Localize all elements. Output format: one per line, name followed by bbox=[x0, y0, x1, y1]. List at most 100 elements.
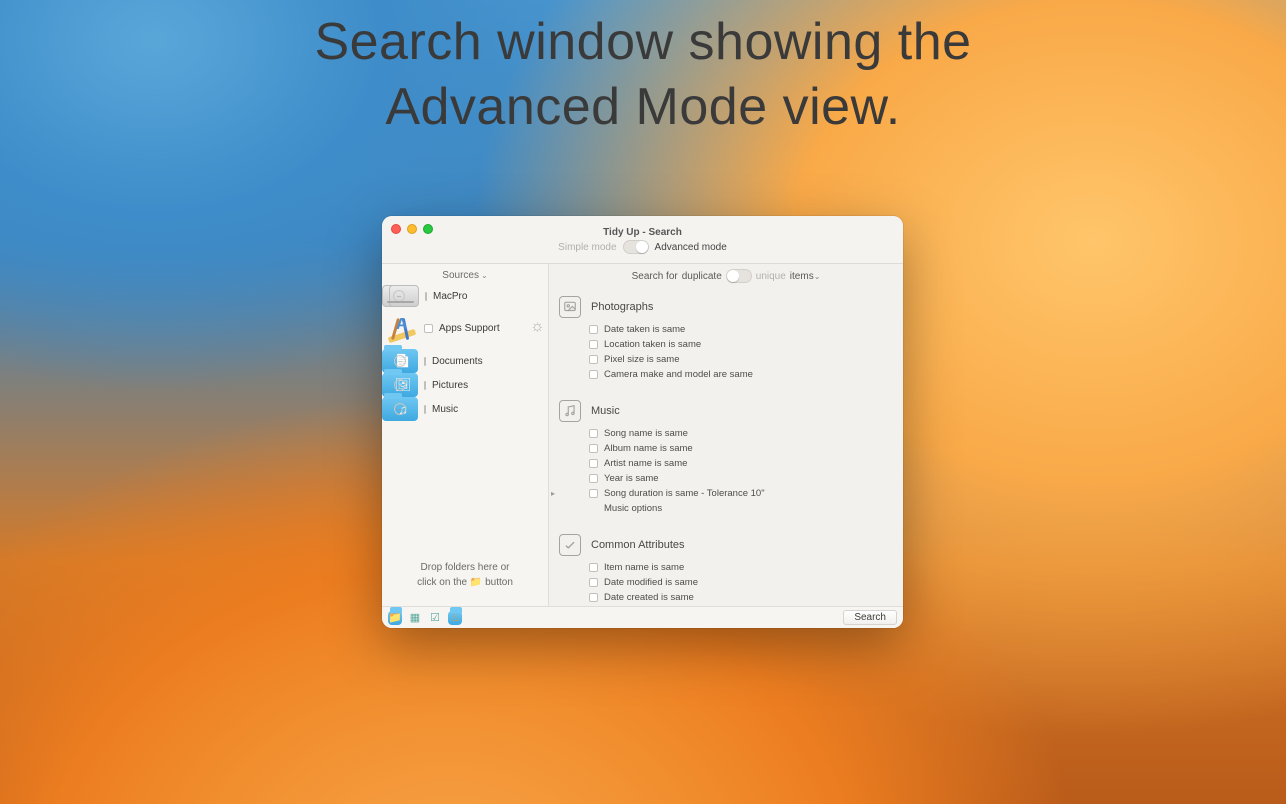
option-row[interactable]: Year is same bbox=[559, 471, 889, 486]
option-checkbox[interactable] bbox=[589, 355, 598, 364]
section-title: Common Attributes bbox=[591, 539, 685, 551]
source-checkbox[interactable] bbox=[424, 381, 426, 390]
option-checkbox[interactable] bbox=[589, 563, 598, 572]
footer: 📁 ▦ ☑ ♨ Search bbox=[382, 606, 903, 628]
option-label: Song name is same bbox=[604, 428, 688, 439]
option-label: Song duration is same - Tolerance 10" bbox=[604, 488, 765, 499]
music-icon bbox=[559, 400, 581, 422]
section-photographs: Photographs Date taken is same Location ta… bbox=[549, 286, 899, 390]
dup-prefix: Search for bbox=[632, 271, 678, 282]
option-checkbox[interactable] bbox=[589, 593, 598, 602]
option-row[interactable]: Music options bbox=[559, 501, 889, 516]
option-label: Album name is same bbox=[604, 443, 693, 454]
unique-label[interactable]: unique bbox=[756, 271, 786, 282]
footer-icons: 📁 ▦ ☑ ♨ bbox=[388, 611, 462, 625]
gear-icon[interactable]: ☼ bbox=[530, 318, 542, 330]
option-checkbox[interactable] bbox=[589, 474, 598, 483]
add-folder-icon[interactable]: 📁 bbox=[388, 611, 402, 625]
source-label: Pictures bbox=[432, 380, 468, 391]
option-label: Date created is same bbox=[604, 592, 694, 603]
dropzone-line1: Drop folders here or bbox=[396, 560, 534, 575]
option-checkbox[interactable] bbox=[589, 325, 598, 334]
duplicate-unique-bar: Search for duplicate unique items⌄ bbox=[549, 264, 903, 286]
source-item-music[interactable]: ♫Music− bbox=[382, 397, 412, 421]
minimize-icon[interactable] bbox=[407, 224, 417, 234]
option-row[interactable]: Artist name is same bbox=[559, 456, 889, 471]
items-dropdown[interactable]: items⌄ bbox=[790, 271, 821, 282]
section-header[interactable]: Common Attributes bbox=[559, 528, 889, 560]
dup-label[interactable]: duplicate bbox=[682, 271, 722, 282]
duplicate-unique-toggle[interactable] bbox=[726, 269, 752, 283]
presets-icon[interactable]: ▦ bbox=[408, 611, 422, 625]
option-row[interactable]: Date created is same bbox=[559, 590, 889, 605]
dropzone-line2: click on the 📁 button bbox=[396, 575, 534, 590]
option-checkbox[interactable] bbox=[589, 459, 598, 468]
photo-icon bbox=[559, 296, 581, 318]
sources-header[interactable]: Sources ⌄ bbox=[382, 264, 548, 285]
option-row[interactable]: Date taken is same bbox=[559, 322, 889, 337]
section-header[interactable]: Photographs bbox=[559, 290, 889, 322]
option-row[interactable]: Album name is same bbox=[559, 441, 889, 456]
option-row[interactable]: Song name is same bbox=[559, 426, 889, 441]
option-label: Artist name is same bbox=[604, 458, 687, 469]
promo-headline: Search window showing the Advanced Mode … bbox=[0, 10, 1286, 140]
option-label: Year is same bbox=[604, 473, 659, 484]
section-title: Music bbox=[591, 405, 620, 417]
source-list: MacPro−AApps Support☼📄Documents−🖼Picture… bbox=[382, 285, 548, 550]
dropzone-hint: Drop folders here or click on the 📁 butt… bbox=[382, 550, 548, 606]
option-row[interactable]: Camera make and model are same bbox=[559, 367, 889, 382]
headline-line2: Advanced Mode view. bbox=[0, 75, 1286, 140]
section-common: Common Attributes Item name is same Date m… bbox=[549, 524, 899, 606]
mode-switch-bar: Simple mode Advanced mode bbox=[558, 240, 727, 254]
option-checkbox[interactable] bbox=[589, 429, 598, 438]
option-row[interactable]: Song duration is same - Tolerance 10" bbox=[559, 486, 889, 501]
option-checkbox[interactable] bbox=[589, 489, 598, 498]
remove-icon[interactable]: − bbox=[393, 290, 405, 302]
option-checkbox[interactable] bbox=[589, 578, 598, 587]
criteria-scroll[interactable]: Photographs Date taken is same Location ta… bbox=[549, 286, 899, 606]
flame-icon[interactable]: ♨ bbox=[448, 611, 462, 625]
option-row[interactable]: Date modified is same bbox=[559, 575, 889, 590]
option-checkbox[interactable] bbox=[589, 444, 598, 453]
option-label: Pixel size is same bbox=[604, 354, 680, 365]
option-label: Date taken is same bbox=[604, 324, 685, 335]
traffic-lights bbox=[391, 224, 433, 234]
remove-icon[interactable]: − bbox=[394, 379, 406, 391]
chevron-down-icon: ⌄ bbox=[481, 271, 488, 280]
option-row[interactable]: Size is same bbox=[559, 605, 889, 606]
source-item-macpro[interactable]: MacPro− bbox=[382, 285, 412, 307]
option-row[interactable]: Location taken is same bbox=[559, 337, 889, 352]
option-row[interactable]: Pixel size is same bbox=[559, 352, 889, 367]
option-label: Date modified is same bbox=[604, 577, 698, 588]
check-icon[interactable]: ☑ bbox=[428, 611, 442, 625]
option-label: Item name is same bbox=[604, 562, 684, 573]
remove-icon[interactable]: − bbox=[394, 355, 406, 367]
sources-label: Sources bbox=[442, 270, 479, 281]
headline-line1: Search window showing the bbox=[0, 10, 1286, 75]
option-checkbox[interactable] bbox=[589, 370, 598, 379]
option-row[interactable]: Item name is same bbox=[559, 560, 889, 575]
source-label: Documents bbox=[432, 356, 483, 367]
maximize-icon[interactable] bbox=[423, 224, 433, 234]
option-label: Music options bbox=[604, 503, 662, 514]
source-checkbox[interactable] bbox=[424, 357, 426, 366]
close-icon[interactable] bbox=[391, 224, 401, 234]
window-body: Sources ⌄ MacPro−AApps Support☼📄Document… bbox=[382, 264, 903, 606]
section-header[interactable]: Music bbox=[559, 394, 889, 426]
section-music: Music Song name is same Album name is same… bbox=[549, 390, 899, 524]
source-checkbox[interactable] bbox=[424, 405, 426, 414]
check-icon bbox=[559, 534, 581, 556]
option-checkbox[interactable] bbox=[589, 340, 598, 349]
remove-icon[interactable]: − bbox=[394, 403, 406, 415]
mode-toggle[interactable] bbox=[623, 240, 649, 254]
advanced-mode-label[interactable]: Advanced mode bbox=[655, 242, 727, 253]
source-item-apps-support[interactable]: AApps Support☼ bbox=[382, 307, 548, 349]
search-button[interactable]: Search bbox=[843, 610, 897, 625]
source-label: Apps Support bbox=[439, 323, 500, 334]
simple-mode-label[interactable]: Simple mode bbox=[558, 242, 616, 253]
source-checkbox[interactable] bbox=[424, 324, 433, 333]
source-checkbox[interactable] bbox=[425, 292, 427, 301]
titlebar: Tidy Up - Search Simple mode Advanced mo… bbox=[382, 216, 903, 264]
app-window: Tidy Up - Search Simple mode Advanced mo… bbox=[382, 216, 903, 628]
option-label: Location taken is same bbox=[604, 339, 701, 350]
